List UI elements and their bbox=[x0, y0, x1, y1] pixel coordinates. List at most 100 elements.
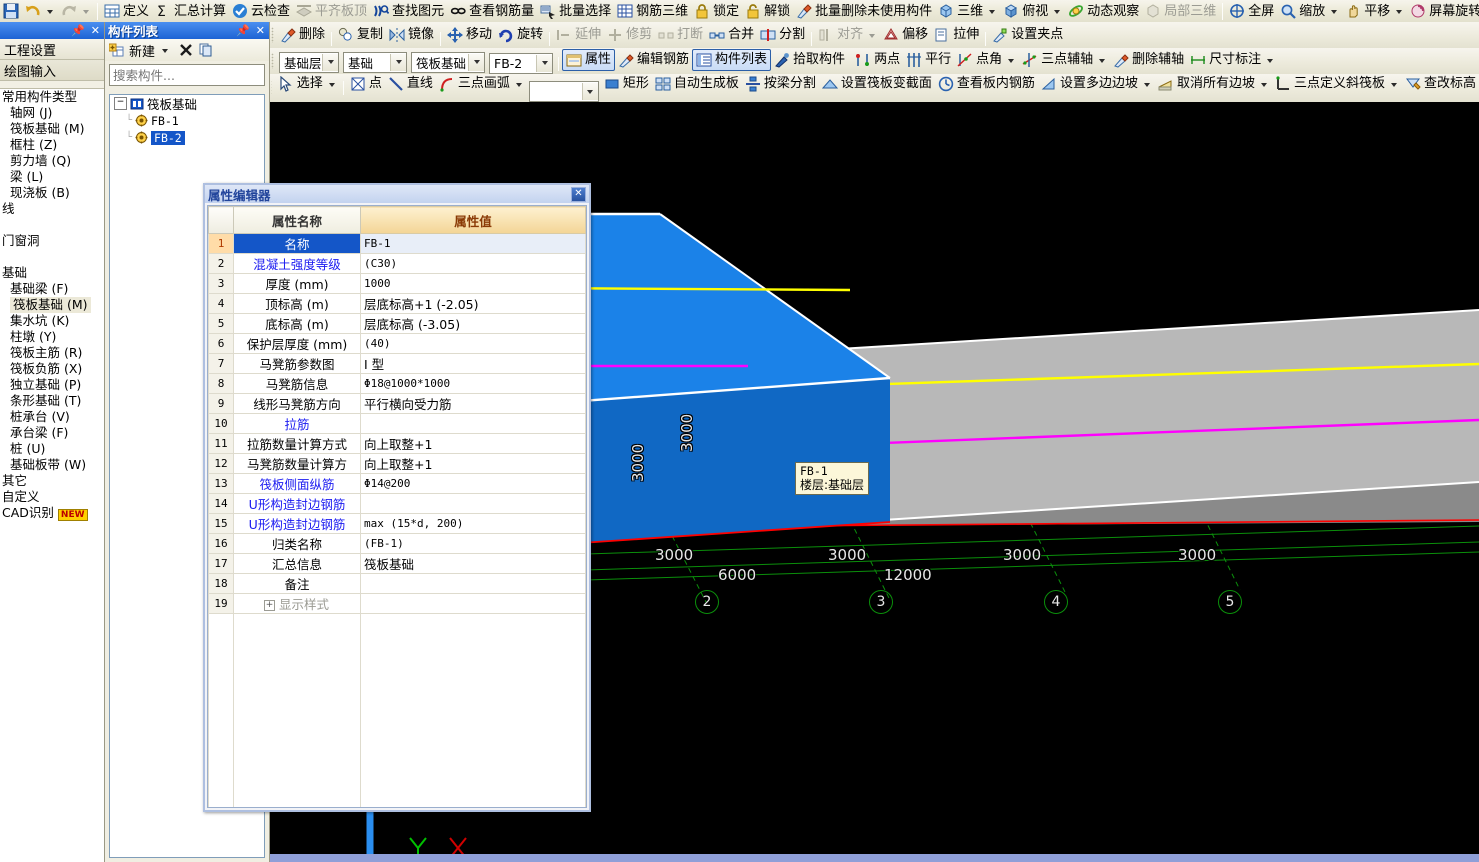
sidebar-tab-0[interactable]: 工程设置 bbox=[0, 39, 104, 60]
property-name-cell[interactable]: + 显示样式 bbox=[233, 593, 361, 614]
pin-icon[interactable]: 📌 bbox=[71, 25, 85, 36]
sidebar-item-11[interactable]: 基础 bbox=[0, 265, 104, 281]
toolbar-button-edit-rebar-icon[interactable]: 编辑钢筋 bbox=[615, 50, 692, 70]
property-name-cell[interactable]: 线形马凳筋方向 bbox=[233, 393, 361, 414]
toolbar-button-orbit-icon[interactable]: 动态观察 bbox=[1065, 1, 1142, 21]
chevron-down-icon[interactable] bbox=[1008, 58, 1015, 63]
component-tree-root[interactable]: − 筏板基础 bbox=[110, 95, 264, 112]
toolbar-button-save-icon[interactable] bbox=[0, 1, 22, 21]
toolbar-button-dimension-icon[interactable]: 尺寸标注 bbox=[1187, 50, 1278, 70]
toolbar-button-point-icon[interactable]: 点 bbox=[347, 74, 385, 94]
sidebar-tab-1[interactable]: 绘图输入 bbox=[0, 60, 104, 81]
property-row[interactable]: 4 顶标高 (m) 层底标高+1 (-2.05) bbox=[208, 293, 586, 314]
property-value-cell[interactable]: 筏板基础 bbox=[360, 553, 586, 574]
property-editor-titlebar[interactable]: 属性编辑器 ✕ bbox=[205, 185, 589, 203]
toolbar-button-split-icon[interactable]: 分割 bbox=[757, 25, 808, 45]
sidebar-item-25[interactable]: 自定义 bbox=[0, 489, 104, 505]
draw-mode-select[interactable] bbox=[528, 81, 599, 103]
toolbar-button-pan-icon[interactable]: 平移 bbox=[1342, 1, 1407, 21]
property-name-cell[interactable]: 顶标高 (m) bbox=[233, 293, 361, 314]
property-name-cell[interactable]: 备注 bbox=[233, 573, 361, 594]
chevron-down-icon[interactable] bbox=[47, 10, 53, 14]
property-row[interactable]: 8 马凳筋信息 Φ18@1000*1000 bbox=[208, 373, 586, 394]
component-tree-item-FB-1[interactable]: └ FB-1 bbox=[110, 112, 264, 129]
expand-icon[interactable]: + bbox=[263, 600, 275, 611]
property-row[interactable]: 17 汇总信息 筏板基础 bbox=[208, 553, 586, 574]
toolbar-button-line-icon[interactable]: 直线 bbox=[385, 74, 436, 94]
sidebar-item-26[interactable]: CAD识别 NEW bbox=[0, 505, 104, 521]
property-name-cell[interactable]: 厚度 (mm) bbox=[233, 273, 361, 294]
toolbar-button-copy-icon[interactable]: 复制 bbox=[335, 25, 386, 45]
search-input[interactable] bbox=[110, 66, 271, 84]
property-row[interactable]: 3 厚度 (mm) 1000 bbox=[208, 273, 586, 294]
toolbar-button-arrow-select-icon[interactable]: 选择 bbox=[275, 74, 340, 94]
sidebar-item-13[interactable]: 筏板基础 (M) bbox=[0, 297, 104, 313]
property-value-cell[interactable]: 向上取整+1 bbox=[360, 453, 586, 474]
property-value-cell[interactable]: 层底标高+1 (-2.05) bbox=[360, 293, 586, 314]
toolbar-grip[interactable] bbox=[271, 53, 274, 69]
sidebar-item-2[interactable]: 筏板基础 (M) bbox=[0, 121, 104, 137]
toolbar-button-move-icon[interactable]: 移动 bbox=[444, 25, 495, 45]
property-row[interactable]: 18 备注 bbox=[208, 573, 586, 594]
chevron-down-icon[interactable] bbox=[1331, 10, 1338, 14]
toolbar-button-view-slab-rebar-icon[interactable]: 查看板内钢筋 bbox=[935, 74, 1038, 94]
property-row[interactable]: 12 马凳筋数量计算方 向上取整+1 bbox=[208, 453, 586, 474]
property-row[interactable]: 1 名称 FB-1 bbox=[208, 233, 586, 254]
sidebar-item-14[interactable]: 集水坑 (K) bbox=[0, 313, 104, 329]
property-name-cell[interactable]: 混凝土强度等级 bbox=[233, 253, 361, 274]
sidebar-item-23[interactable]: 基础板带 (W) bbox=[0, 457, 104, 473]
toolbar-button-unlock-icon[interactable]: 解锁 bbox=[742, 1, 793, 21]
property-name-cell[interactable]: 马凳筋参数图 bbox=[233, 353, 361, 374]
property-grid[interactable]: 属性名称 属性值 1 名称 FB-1 2 混凝土强度等级 (C30) 3 厚度 (mm) 100… bbox=[207, 205, 587, 808]
sidebar-item-6[interactable]: 现浇板 (B) bbox=[0, 185, 104, 201]
property-value-cell[interactable] bbox=[360, 493, 586, 514]
toolbar-button-properties-icon[interactable]: 属性 bbox=[562, 48, 616, 71]
toolbar-button-three-point-arc-icon[interactable]: 三点画弧 bbox=[436, 74, 527, 94]
toolbar-button-view-rebar-icon[interactable]: 查看钢筋量 bbox=[447, 1, 537, 21]
property-name-cell[interactable]: 拉筋 bbox=[233, 413, 361, 434]
axis-bubble[interactable]: 5 bbox=[1218, 590, 1242, 614]
collapse-toggle-icon[interactable]: − bbox=[114, 97, 127, 110]
chevron-down-icon[interactable] bbox=[1260, 82, 1267, 87]
toolbar-button-sigma-icon[interactable]: Σ 汇总计算 bbox=[152, 1, 229, 21]
sidebar-item-22[interactable]: 桩 (U) bbox=[0, 441, 104, 457]
chevron-down-icon[interactable] bbox=[1054, 10, 1061, 14]
property-value-cell[interactable]: Φ18@1000*1000 bbox=[360, 373, 586, 394]
toolbar-button-two-point-icon[interactable]: 两点 bbox=[852, 50, 903, 70]
sidebar-item-15[interactable]: 柱墩 (Y) bbox=[0, 329, 104, 345]
property-row[interactable]: 16 归类名称 (FB-1) bbox=[208, 533, 586, 554]
toolbar-button-offset-icon[interactable]: 偏移 bbox=[880, 25, 931, 45]
chevron-down-icon[interactable] bbox=[390, 53, 406, 71]
property-name-cell[interactable]: 名称 bbox=[233, 233, 361, 254]
property-row[interactable]: 19 + 显示样式 bbox=[208, 593, 586, 614]
toolbar-button-zoom-icon[interactable]: 缩放 bbox=[1277, 1, 1342, 21]
sidebar-item-24[interactable]: 其它 bbox=[0, 473, 104, 489]
toolbar-button-set-polygon-slope-icon[interactable]: 设置多边边坡 bbox=[1038, 74, 1155, 94]
chevron-down-icon[interactable] bbox=[83, 10, 89, 14]
property-name-cell[interactable]: 汇总信息 bbox=[233, 553, 361, 574]
axis-bubble[interactable]: 3 bbox=[869, 590, 893, 614]
sidebar-item-0[interactable]: 常用构件类型 bbox=[0, 89, 104, 105]
chevron-down-icon[interactable] bbox=[1390, 82, 1397, 87]
floor-select[interactable]: 基础层 bbox=[279, 51, 339, 73]
property-value-cell[interactable]: FB-1 bbox=[360, 233, 586, 254]
toolbar-button-cancel-slope-icon[interactable]: 取消所有边坡 bbox=[1155, 74, 1272, 94]
new-component-icon[interactable] bbox=[109, 42, 125, 58]
toolbar-button-three-point-raft-icon[interactable]: 三点定义斜筏板 bbox=[1272, 74, 1402, 94]
property-value-cell[interactable]: Φ14@200 bbox=[360, 473, 586, 494]
chevron-down-icon[interactable] bbox=[468, 53, 484, 71]
toolbar-button-three-point-axis-icon[interactable]: 三点辅轴 bbox=[1019, 50, 1110, 70]
toolbar-button-cube-3d-icon[interactable]: 三维 bbox=[935, 1, 1000, 21]
toolbar-button-batch-delete-icon[interactable]: 批量删除未使用构件 bbox=[793, 1, 935, 21]
chevron-down-icon[interactable] bbox=[162, 49, 169, 53]
pin-icon[interactable]: 📌 bbox=[236, 25, 250, 36]
toolbar-button-rebar-3d-icon[interactable]: 钢筋三维 bbox=[614, 1, 691, 21]
property-name-cell[interactable]: 底标高 (m) bbox=[233, 313, 361, 334]
search-component-box[interactable] bbox=[109, 64, 286, 86]
chevron-down-icon[interactable] bbox=[581, 83, 598, 101]
sidebar-item-17[interactable]: 筏板负筋 (X) bbox=[0, 361, 104, 377]
new-component-label[interactable]: 新建 bbox=[129, 41, 155, 60]
toolbar-button-rectangle-icon[interactable]: 矩形 bbox=[601, 74, 652, 94]
close-icon[interactable]: ✕ bbox=[91, 25, 100, 36]
sidebar-item-9[interactable]: 门窗洞 bbox=[0, 233, 104, 249]
